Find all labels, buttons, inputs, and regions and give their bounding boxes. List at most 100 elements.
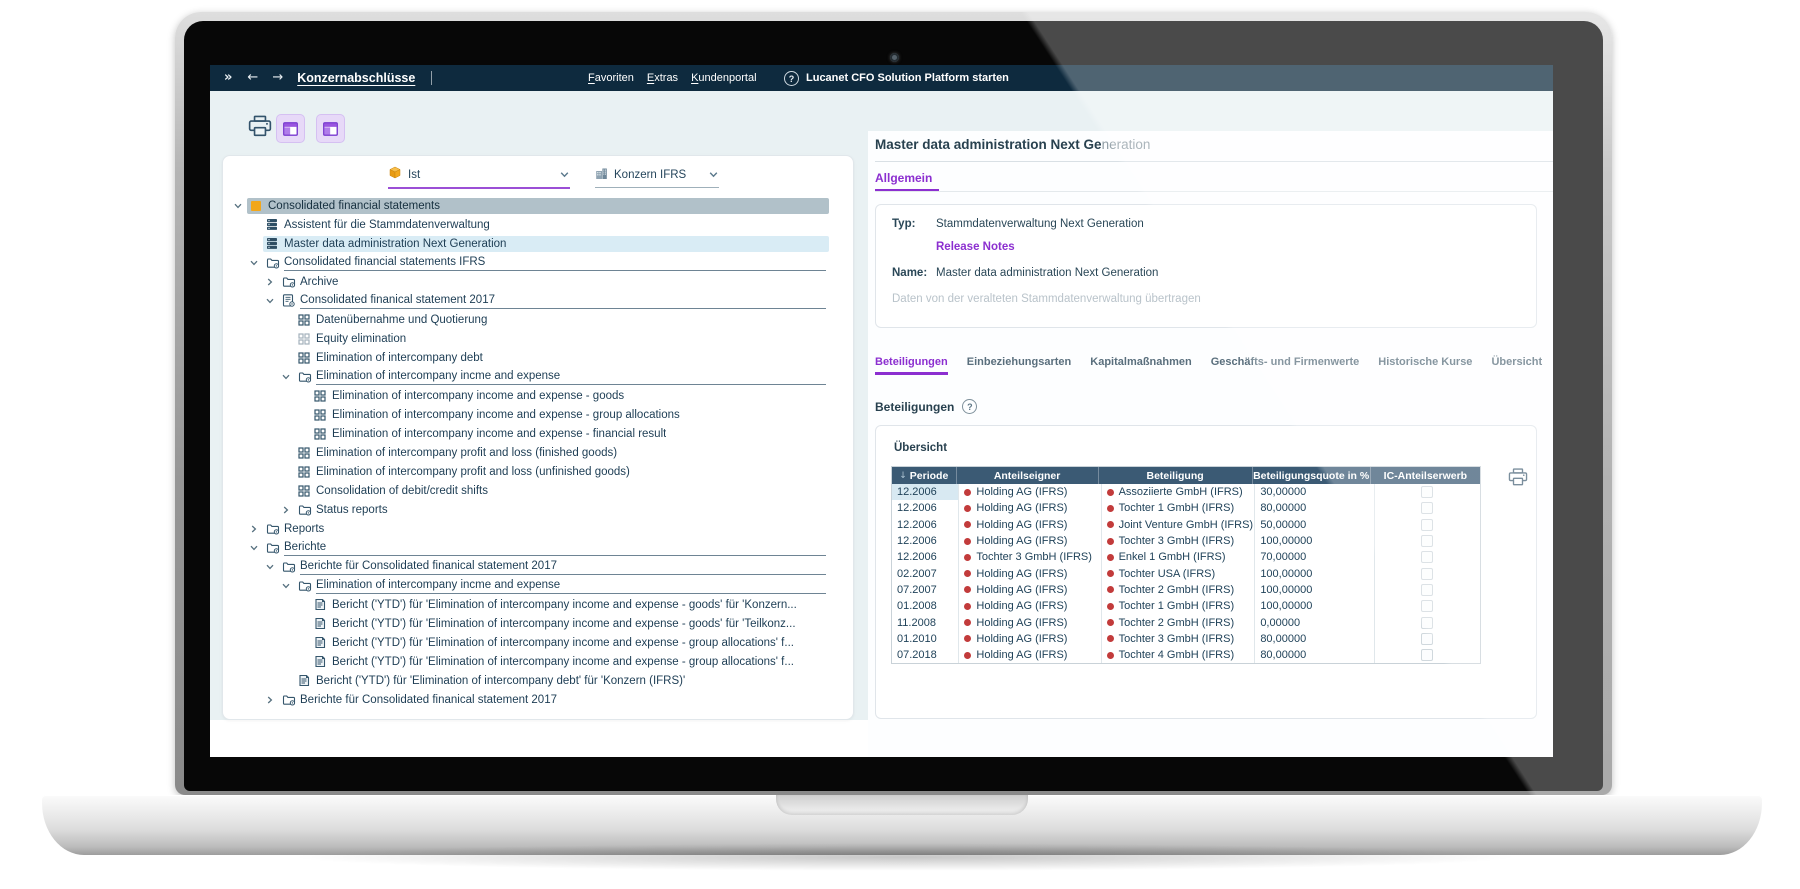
tree-item-content[interactable]: Consolidated financial statements: [247, 197, 829, 214]
cell-anteilseigner[interactable]: Holding AG (IFRS): [959, 532, 1102, 550]
cell-ic-anteilserwerb[interactable]: [1375, 484, 1481, 500]
table-row[interactable]: 12.2006 Holding AG (IFRS) Tochter 1 GmbH (…: [892, 500, 1480, 517]
cell-beteiligung[interactable]: Tochter 1 GmbH (IFRS): [1102, 598, 1256, 615]
tab-geschäfts-und-firmenwerte[interactable]: Geschäfts- und Firmenwerte: [1211, 356, 1360, 375]
cell-beteiligung[interactable]: Tochter 2 GmbH (IFRS): [1102, 581, 1256, 599]
back-arrow-icon[interactable]: ←: [247, 65, 258, 91]
tree-item[interactable]: Elimination of intercompany income and e…: [223, 386, 851, 405]
table-row[interactable]: 01.2010 Holding AG (IFRS) Tochter 3 GmbH (…: [892, 630, 1481, 647]
cell-beteiligungsquote[interactable]: 70,00000: [1255, 549, 1375, 566]
tree-item[interactable]: Master data administration Next Generati…: [223, 234, 851, 253]
cell-beteiligungsquote[interactable]: 100,00000: [1255, 581, 1375, 599]
tree-item[interactable]: Berichte: [223, 538, 851, 557]
cell-beteiligungsquote[interactable]: 80,00000: [1255, 630, 1375, 647]
tree-item[interactable]: Bericht ('YTD') für 'Elimination of inte…: [223, 652, 851, 671]
cell-anteilseigner[interactable]: Tochter 3 GmbH (IFRS): [959, 549, 1102, 566]
tree-item-content[interactable]: Elimination of intercompany income and e…: [311, 426, 829, 442]
cell-periode[interactable]: 12.2006: [892, 516, 960, 533]
print-icon[interactable]: [1508, 468, 1528, 491]
cell-ic-anteilserwerb[interactable]: [1375, 533, 1481, 549]
tree-item-content[interactable]: Elimination of intercompany income and e…: [311, 388, 829, 404]
tree-item[interactable]: Consolidated finanical statement 2017: [223, 291, 851, 310]
table-row[interactable]: 12.2006 Holding AG (IFRS) Joint Venture Gm…: [892, 516, 1481, 533]
tree-item[interactable]: Bericht ('YTD') für 'Elimination of inte…: [223, 633, 851, 652]
tab-historische-kurse[interactable]: Historische Kurse: [1378, 356, 1472, 375]
forward-arrow-icon[interactable]: →: [272, 65, 283, 91]
cell-beteiligung[interactable]: Enkel 1 GmbH (IFRS): [1102, 549, 1256, 566]
cell-periode[interactable]: 12.2006: [892, 484, 960, 501]
cell-periode[interactable]: 01.2010: [892, 630, 960, 647]
cell-beteiligung[interactable]: Tochter 4 GmbH (IFRS): [1102, 646, 1256, 664]
ic-checkbox[interactable]: [1421, 616, 1434, 629]
chevron-down-icon[interactable]: [265, 562, 279, 572]
tree-item-content[interactable]: Elimination of intercompany incme and ex…: [295, 369, 829, 385]
cell-periode[interactable]: 02.2007: [892, 565, 960, 582]
help-icon[interactable]: ?: [784, 71, 799, 86]
sort-descending-icon[interactable]: ↓: [899, 471, 907, 481]
table-row[interactable]: 07.2018 Holding AG (IFRS) Tochter 4 GmbH (…: [892, 646, 1480, 664]
ic-checkbox[interactable]: [1421, 649, 1434, 662]
cell-anteilseigner[interactable]: Holding AG (IFRS): [959, 516, 1102, 533]
tree-item[interactable]: Bericht ('YTD') für 'Elimination of inte…: [223, 614, 851, 633]
cell-beteiligungsquote[interactable]: 100,00000: [1255, 532, 1375, 550]
cell-beteiligungsquote[interactable]: 30,00000: [1255, 484, 1375, 501]
cell-periode[interactable]: 07.2018: [892, 646, 960, 664]
tree-item[interactable]: Elimination of intercompany income and e…: [223, 424, 851, 443]
tree-item-content[interactable]: Bericht ('YTD') für 'Elimination of inte…: [311, 635, 829, 651]
tree-item[interactable]: Bericht ('YTD') für 'Elimination of inte…: [223, 671, 851, 690]
tree-item-content[interactable]: Equity elimination: [295, 331, 829, 347]
cell-ic-anteilserwerb[interactable]: [1375, 631, 1481, 647]
tree-item[interactable]: Reports: [223, 519, 851, 538]
table-row[interactable]: 11.2008 Holding AG (IFRS) Tochter 2 GmbH (…: [892, 614, 1480, 631]
tab-übersicht[interactable]: Übersicht: [1491, 356, 1542, 375]
cell-anteilseigner[interactable]: Holding AG (IFRS): [959, 598, 1102, 615]
cell-anteilseigner[interactable]: Holding AG (IFRS): [959, 630, 1102, 647]
tree-item-content[interactable]: Reports: [263, 521, 829, 537]
tree-item[interactable]: Elimination of intercompany profit and l…: [223, 443, 851, 462]
tree-item[interactable]: Berichte für Consolidated finanical stat…: [223, 690, 851, 709]
cell-beteiligung[interactable]: Tochter 3 GmbH (IFRS): [1102, 630, 1256, 647]
tree-item[interactable]: Archive: [223, 272, 851, 291]
table-row[interactable]: 12.2006 Holding AG (IFRS) Assoziierte GmbH…: [892, 484, 1481, 501]
cell-beteiligungsquote[interactable]: 80,00000: [1255, 500, 1375, 517]
ic-checkbox[interactable]: [1421, 518, 1434, 531]
tree-item[interactable]: Consolidated financial statements: [223, 196, 851, 215]
collapse-sidebar-icon[interactable]: »: [224, 65, 232, 91]
tree-item[interactable]: Consolidated financial statements IFRS: [223, 253, 851, 272]
tree-item-content[interactable]: Elimination of intercompany debt: [295, 350, 829, 366]
scenario-dropdown[interactable]: Ist: [388, 162, 570, 189]
group-dropdown[interactable]: Konzern IFRS: [595, 162, 719, 188]
ic-checkbox[interactable]: [1421, 632, 1434, 645]
tree-item[interactable]: Elimination of intercompany incme and ex…: [223, 367, 851, 386]
tree-item[interactable]: Equity elimination: [223, 329, 851, 348]
tree-item[interactable]: Elimination of intercompany debt: [223, 348, 851, 367]
cell-ic-anteilserwerb[interactable]: [1375, 582, 1481, 598]
tab-allgemein[interactable]: Allgemein: [875, 171, 932, 185]
cell-periode[interactable]: 12.2006: [892, 500, 960, 517]
cell-ic-anteilserwerb[interactable]: [1375, 598, 1481, 614]
cell-periode[interactable]: 11.2008: [892, 614, 960, 631]
chevron-down-icon[interactable]: [233, 201, 247, 211]
chevron-down-icon[interactable]: [281, 372, 295, 382]
cell-beteiligung[interactable]: Assoziierte GmbH (IFRS): [1102, 484, 1256, 501]
cell-beteiligungsquote[interactable]: 80,00000: [1255, 646, 1375, 664]
cell-ic-anteilserwerb[interactable]: [1375, 549, 1481, 565]
cell-periode[interactable]: 01.2008: [892, 598, 960, 615]
tree-item-content[interactable]: Elimination of intercompany income and e…: [311, 407, 829, 423]
cell-beteiligungsquote[interactable]: 0,00000: [1255, 614, 1375, 631]
tree-item-content[interactable]: Master data administration Next Generati…: [263, 235, 829, 252]
cell-beteiligung[interactable]: Tochter USA (IFRS): [1102, 565, 1256, 582]
chevron-down-icon[interactable]: [249, 258, 263, 268]
table-row[interactable]: 12.2006 Tochter 3 GmbH (IFRS) Enkel 1 GmbH…: [892, 549, 1481, 566]
cell-anteilseigner[interactable]: Holding AG (IFRS): [959, 646, 1102, 664]
tree-item-content[interactable]: Elimination of intercompany profit and l…: [295, 445, 829, 461]
cell-ic-anteilserwerb[interactable]: [1375, 517, 1481, 533]
tree-item-content[interactable]: Berichte für Consolidated finanical stat…: [279, 692, 829, 708]
tree-item[interactable]: Datenübernahme und Quotierung: [223, 310, 851, 329]
chevron-down-icon[interactable]: [249, 543, 263, 553]
cell-beteiligung[interactable]: Tochter 2 GmbH (IFRS): [1102, 614, 1256, 631]
print-icon[interactable]: [248, 115, 272, 137]
table-row[interactable]: 02.2007 Holding AG (IFRS) Tochter USA (IFR…: [892, 565, 1480, 582]
tree-item[interactable]: Elimination of intercompany income and e…: [223, 405, 851, 424]
tree-item[interactable]: Elimination of intercompany profit and l…: [223, 462, 851, 481]
